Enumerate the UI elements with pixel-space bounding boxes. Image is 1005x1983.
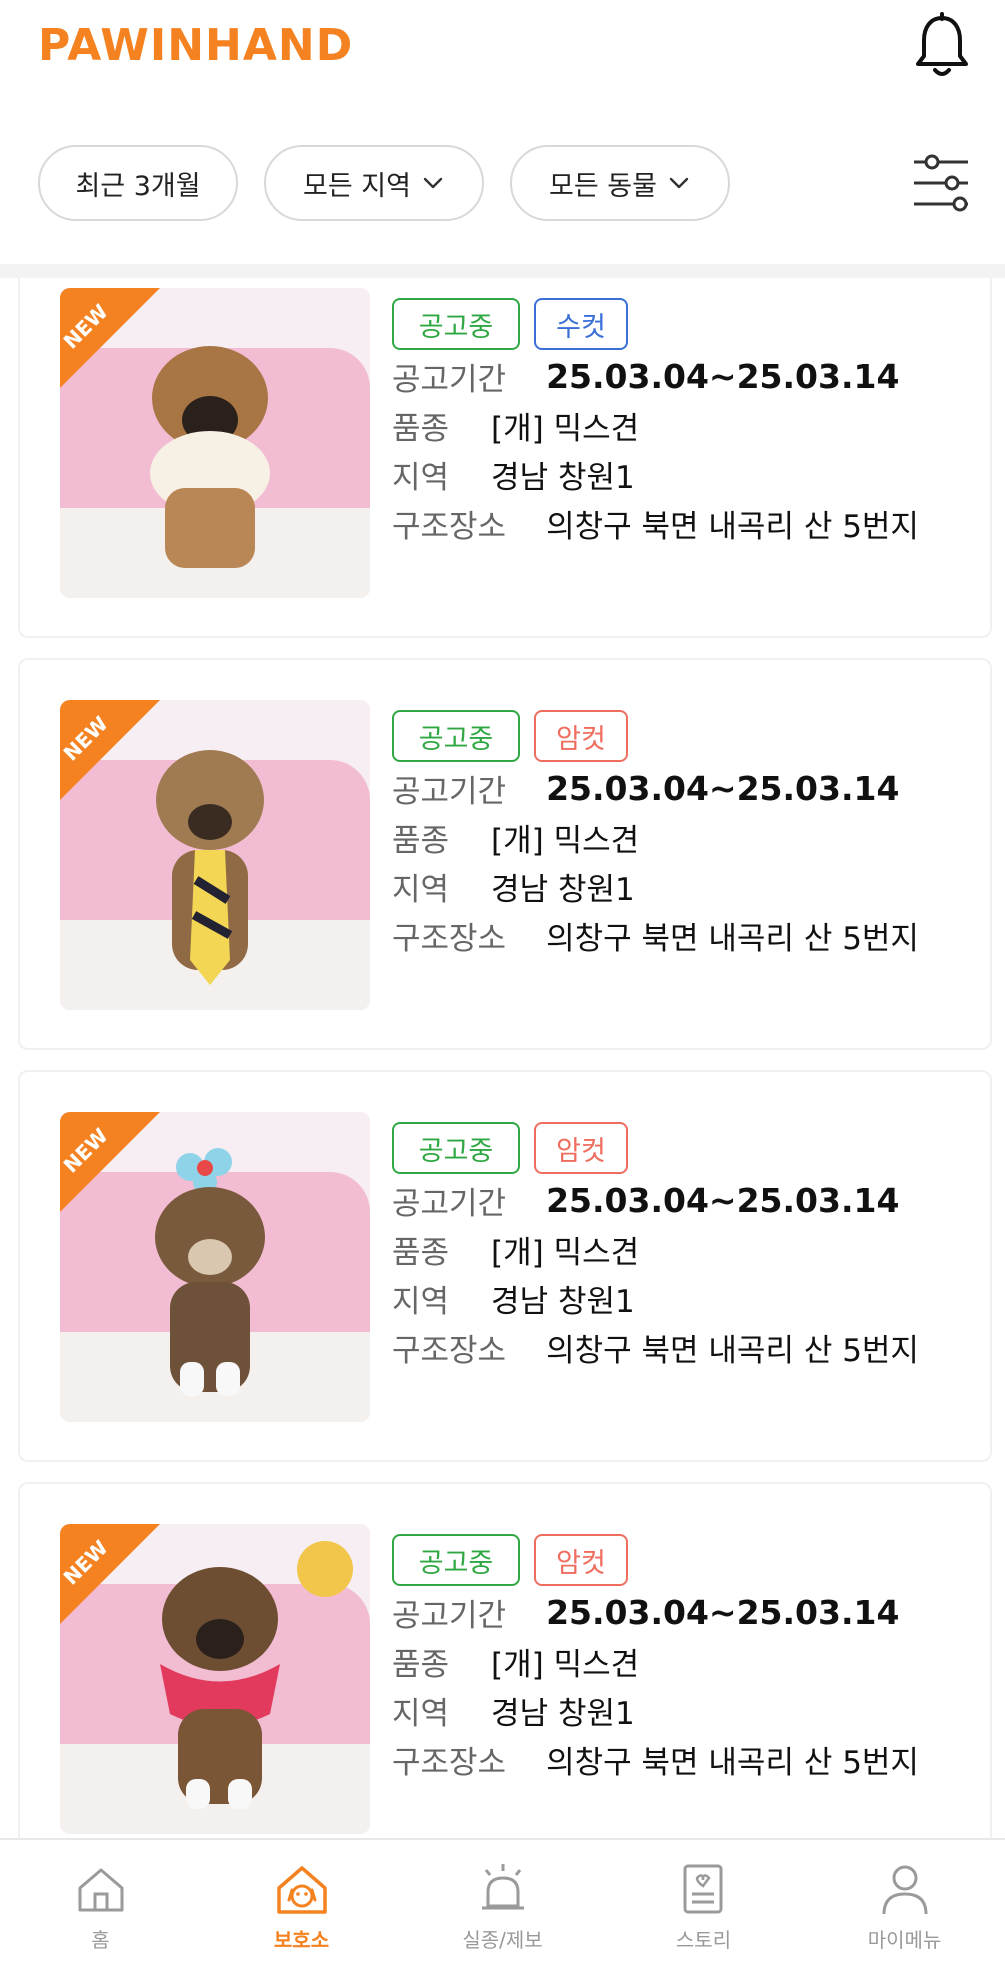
filter-period-chip[interactable]: 최근 3개월 (38, 145, 238, 221)
region-label: 지역 (392, 1696, 450, 1732)
region-label: 지역 (392, 1284, 450, 1320)
breed-label: 품종 (392, 1235, 450, 1271)
filter-region-label: 모든 지역 (303, 170, 411, 202)
filter-settings-icon[interactable] (910, 150, 972, 216)
nav-report-label: 실종/제보 (462, 1928, 543, 1952)
breed-value: [개] 믹스견 (491, 1647, 640, 1683)
rescue-place-value: 의창구 북면 내곡리 산 5번지 (546, 921, 919, 957)
region-value: 경남 창원1 (491, 1696, 635, 1732)
period-label: 공고기간 (392, 774, 507, 810)
nav-shelter[interactable]: 보호소 (201, 1840, 402, 1983)
sex-badge: 수컷 (534, 298, 628, 350)
app-logo[interactable]: PAWINHAND (38, 20, 353, 71)
period-value: 25.03.04~25.03.14 (546, 357, 900, 396)
filter-bar: 최근 3개월 모든 지역 모든 동물 (38, 145, 730, 221)
card-info: 공고기간 25.03.04~25.03.14 품종 [개] 믹스견 지역 경남 창원1… (392, 1176, 982, 1372)
nav-story[interactable]: 스토리 (603, 1840, 804, 1983)
region-value: 경남 창원1 (491, 460, 635, 496)
animal-photo: NEW (60, 1524, 370, 1834)
nav-shelter-label: 보호소 (273, 1928, 330, 1952)
sex-badge: 암컷 (534, 1122, 628, 1174)
animal-photo: NEW (60, 288, 370, 598)
status-badge: 공고중 (392, 710, 520, 762)
breed-label: 품종 (392, 1647, 450, 1683)
chevron-down-icon (669, 177, 689, 189)
filter-animal-label: 모든 동물 (549, 170, 657, 202)
rescue-place-value: 의창구 북면 내곡리 산 5번지 (546, 1333, 919, 1369)
card-tags: 공고중 암컷 (392, 1122, 628, 1174)
sex-badge: 암컷 (534, 710, 628, 762)
animal-card[interactable]: NEW 공고중 암컷 공고기간 25.03.04~25.03.14 품종 [개] 믹… (18, 1482, 992, 1838)
nav-story-label: 스토리 (675, 1928, 732, 1952)
region-value: 경남 창원1 (491, 872, 635, 908)
rescue-place-value: 의창구 북면 내곡리 산 5번지 (546, 509, 919, 545)
person-icon (882, 1865, 927, 1915)
period-value: 25.03.04~25.03.14 (546, 1181, 900, 1220)
shelter-icon (276, 1866, 327, 1914)
region-label: 지역 (392, 460, 450, 496)
period-label: 공고기간 (392, 362, 507, 398)
region-value: 경남 창원1 (491, 1284, 635, 1320)
rescue-place-label: 구조장소 (392, 1333, 507, 1369)
rescue-place-label: 구조장소 (392, 1745, 507, 1781)
status-badge: 공고중 (392, 298, 520, 350)
filter-animal-chip[interactable]: 모든 동물 (510, 145, 730, 221)
card-info: 공고기간 25.03.04~25.03.14 품종 [개] 믹스견 지역 경남 창원1… (392, 764, 982, 960)
chevron-down-icon (423, 177, 443, 189)
home-icon (78, 1868, 123, 1912)
period-label: 공고기간 (392, 1186, 507, 1222)
animal-list[interactable]: NEW 공고중 수컷 공고기간 25.03.04~25.03.14 품종 [개] 믹… (0, 278, 1005, 1838)
animal-photo: NEW (60, 1112, 370, 1422)
header-divider (0, 264, 1005, 278)
card-info: 공고기간 25.03.04~25.03.14 품종 [개] 믹스견 지역 경남 창원1… (392, 1588, 982, 1784)
breed-label: 품종 (392, 411, 450, 447)
breed-value: [개] 믹스견 (491, 411, 640, 447)
siren-icon (481, 1864, 524, 1910)
filter-region-chip[interactable]: 모든 지역 (264, 145, 484, 221)
nav-mymenu-label: 마이메뉴 (867, 1928, 942, 1952)
animal-card[interactable]: NEW 공고중 암컷 공고기간 25.03.04~25.03.14 품종 [개] 믹… (18, 1070, 992, 1462)
bell-icon[interactable] (912, 12, 972, 82)
nav-home-label: 홈 (91, 1928, 110, 1952)
rescue-place-label: 구조장소 (392, 921, 507, 957)
rescue-place-label: 구조장소 (392, 509, 507, 545)
breed-value: [개] 믹스견 (491, 823, 640, 859)
card-tags: 공고중 암컷 (392, 710, 628, 762)
filter-period-label: 최근 3개월 (75, 170, 201, 202)
card-info: 공고기간 25.03.04~25.03.14 품종 [개] 믹스견 지역 경남 창원1… (392, 352, 982, 548)
period-value: 25.03.04~25.03.14 (546, 769, 900, 808)
animal-card[interactable]: NEW 공고중 수컷 공고기간 25.03.04~25.03.14 품종 [개] 믹… (18, 278, 992, 638)
story-icon (683, 1864, 722, 1914)
period-label: 공고기간 (392, 1598, 507, 1634)
card-tags: 공고중 암컷 (392, 1534, 628, 1586)
nav-home[interactable]: 홈 (0, 1840, 201, 1983)
region-label: 지역 (392, 872, 450, 908)
animal-photo: NEW (60, 700, 370, 1010)
breed-value: [개] 믹스견 (491, 1235, 640, 1271)
app-header: PAWINHAND 최근 3개월 모든 지역 모든 동물 (0, 0, 1005, 275)
nav-report[interactable]: 실종/제보 (402, 1840, 603, 1983)
sex-badge: 암컷 (534, 1534, 628, 1586)
status-badge: 공고중 (392, 1534, 520, 1586)
rescue-place-value: 의창구 북면 내곡리 산 5번지 (546, 1745, 919, 1781)
animal-card[interactable]: NEW 공고중 암컷 공고기간 25.03.04~25.03.14 품종 [개] 믹… (18, 658, 992, 1050)
period-value: 25.03.04~25.03.14 (546, 1593, 900, 1632)
breed-label: 품종 (392, 823, 450, 859)
status-badge: 공고중 (392, 1122, 520, 1174)
nav-mymenu[interactable]: 마이메뉴 (804, 1840, 1005, 1983)
card-tags: 공고중 수컷 (392, 298, 628, 350)
bottom-nav: 홈 보호소 실종/제보 스토리 마이메뉴 (0, 1838, 1005, 1983)
